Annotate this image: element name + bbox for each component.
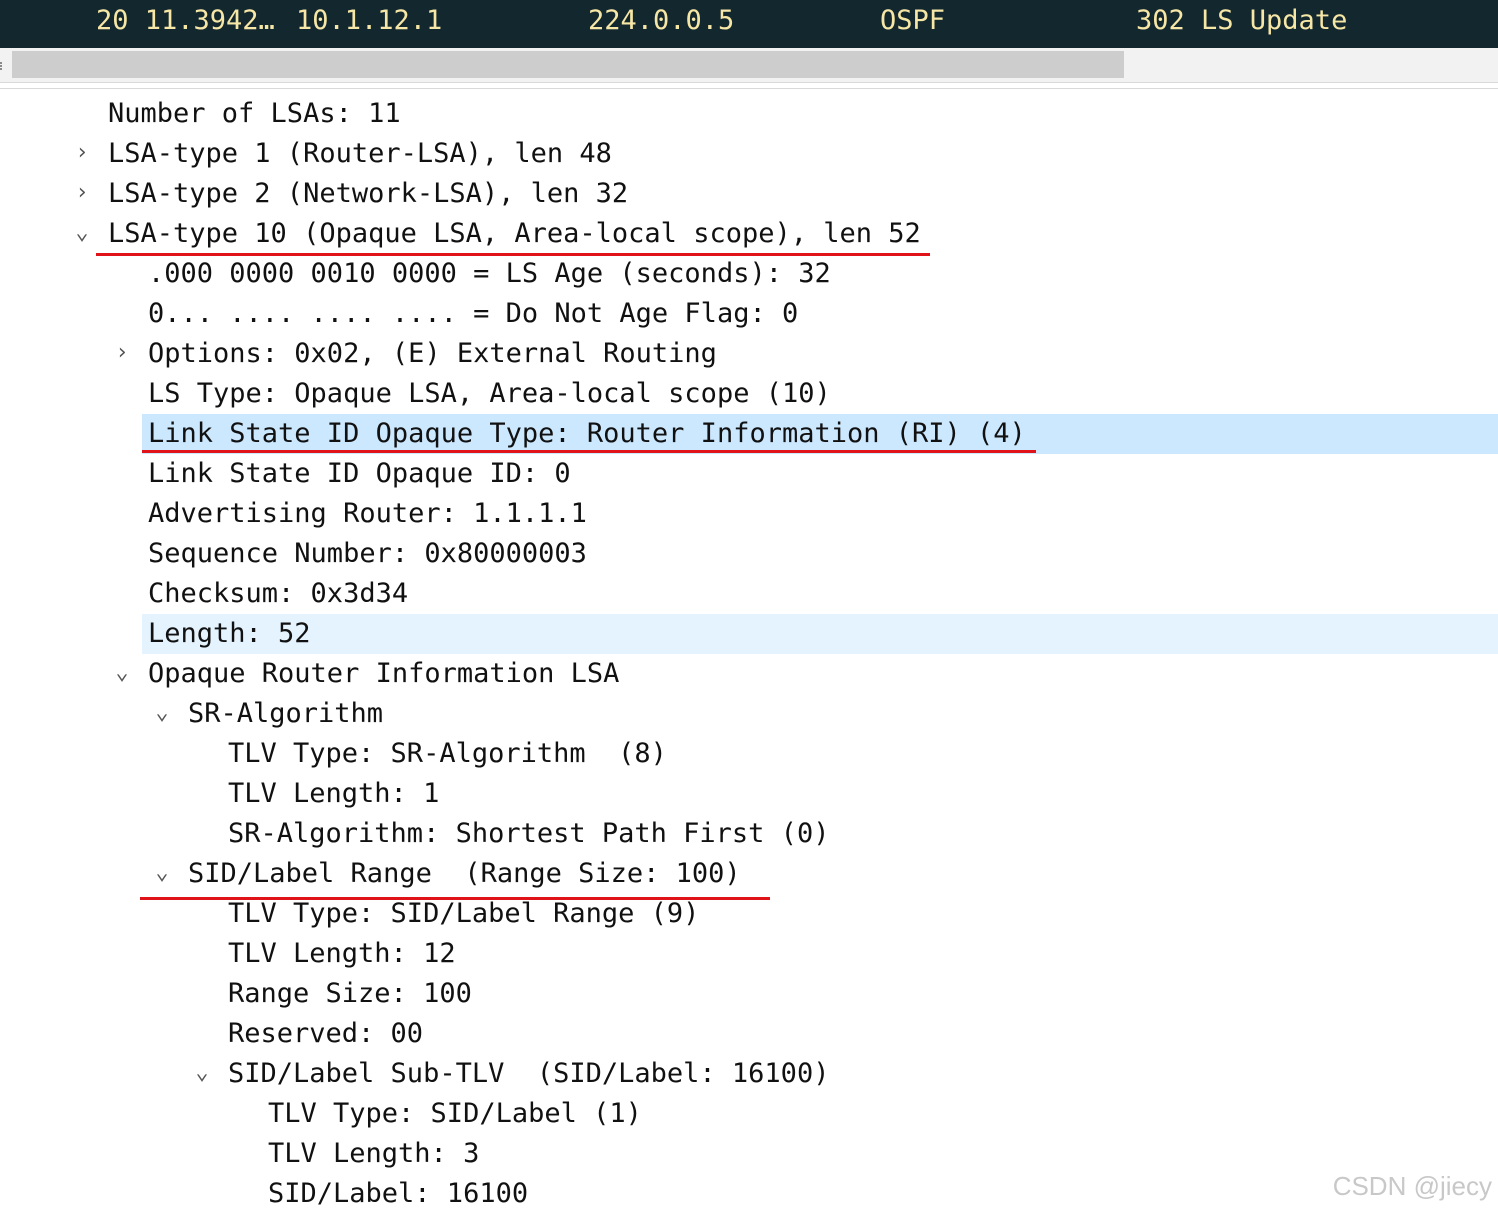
tree-row[interactable]: Advertising Router: 1.1.1.1 xyxy=(0,494,1498,534)
collapse-chevron-icon[interactable]: ⌄ xyxy=(154,698,170,728)
tree-row-label: TLV Type: SR-Algorithm (8) xyxy=(228,738,667,769)
tree-row-label: 0... .... .... .... = Do Not Age Flag: 0 xyxy=(148,298,799,329)
tree-row[interactable]: Range Size: 100 xyxy=(0,974,1498,1014)
tree-row[interactable]: › LSA-type 1 (Router-LSA), len 48 xyxy=(0,134,1498,174)
tree-row[interactable]: › LSA-type 2 (Network-LSA), len 32 xyxy=(0,174,1498,214)
tree-row-label: SR-Algorithm: Shortest Path First (0) xyxy=(228,818,830,849)
tree-row[interactable]: ⌄ SR-Algorithm xyxy=(0,694,1498,734)
collapse-chevron-icon[interactable]: ⌄ xyxy=(114,658,130,688)
tree-row[interactable]: Sequence Number: 0x80000003 xyxy=(0,534,1498,574)
tree-row[interactable]: ⌄ SID/Label Sub-TLV (SID/Label: 16100) xyxy=(0,1054,1498,1094)
expand-chevron-icon[interactable]: › xyxy=(74,178,90,208)
tree-row-label: LSA-type 2 (Network-LSA), len 32 xyxy=(108,178,629,209)
tree-row-label: Advertising Router: 1.1.1.1 xyxy=(148,498,587,529)
tree-row-label: LSA-type 10 (Opaque LSA, Area-local scop… xyxy=(108,218,921,249)
tree-row[interactable]: Reserved: 00 xyxy=(0,1014,1498,1054)
tree-row[interactable]: TLV Type: SR-Algorithm (8) xyxy=(0,734,1498,774)
tree-row[interactable]: SR-Algorithm: Shortest Path First (0) xyxy=(0,814,1498,854)
splitter-grip-icon[interactable] xyxy=(0,62,8,70)
tree-row-label: Link State ID Opaque Type: Router Inform… xyxy=(148,418,1026,449)
tree-row-label: SID/Label: 16100 xyxy=(268,1178,529,1209)
tree-row-label: SR-Algorithm xyxy=(188,698,384,729)
tree-row-label: LS Type: Opaque LSA, Area-local scope (1… xyxy=(148,378,831,409)
tree-row[interactable]: › Options: 0x02, (E) External Routing xyxy=(0,334,1498,374)
tree-row-label: Reserved: 00 xyxy=(228,1018,424,1049)
tree-row-label: Checksum: 0x3d34 xyxy=(148,578,409,609)
packet-details-window: 20 11.3942… 10.1.12.1 224.0.0.5 OSPF 302… xyxy=(0,0,1498,1212)
pane-divider xyxy=(0,88,1498,89)
tree-row-label: LSA-type 1 (Router-LSA), len 48 xyxy=(108,138,612,169)
tree-row[interactable]: Checksum: 0x3d34 xyxy=(0,574,1498,614)
collapse-chevron-icon[interactable]: ⌄ xyxy=(194,1058,210,1088)
tree-row[interactable]: ⌄ Opaque Router Information LSA xyxy=(0,654,1498,694)
packet-list-row-selected[interactable]: 20 11.3942… 10.1.12.1 224.0.0.5 OSPF 302… xyxy=(0,0,1498,48)
tree-row[interactable]: SID/Label: 16100 xyxy=(0,1174,1498,1212)
tree-row-label: Range Size: 100 xyxy=(228,978,472,1009)
tree-row[interactable]: ⌄ SID/Label Range (Range Size: 100) xyxy=(0,854,1498,894)
tree-row[interactable]: Number of LSAs: 11 xyxy=(0,94,1498,134)
annotation-underline-sid-label-range xyxy=(140,897,770,900)
tree-row-label: Sequence Number: 0x80000003 xyxy=(148,538,587,569)
expand-chevron-icon[interactable]: › xyxy=(74,138,90,168)
annotation-underline-lsa-type-10 xyxy=(96,253,930,256)
packet-source: 10.1.12.1 xyxy=(296,5,443,36)
tree-row-label: TLV Length: 3 xyxy=(268,1138,480,1169)
tree-row-label: SID/Label Range (Range Size: 100) xyxy=(188,858,741,889)
scrollbar-thumb[interactable] xyxy=(12,51,1124,78)
tree-row-label: TLV Length: 1 xyxy=(228,778,440,809)
tree-row[interactable]: TLV Length: 1 xyxy=(0,774,1498,814)
annotation-underline-opaque-type xyxy=(142,450,1036,453)
tree-row-label: TLV Type: SID/Label (1) xyxy=(268,1098,642,1129)
tree-row[interactable]: TLV Length: 12 xyxy=(0,934,1498,974)
tree-row-label: Number of LSAs: 11 xyxy=(108,98,401,129)
collapse-chevron-icon[interactable]: ⌄ xyxy=(74,218,90,248)
tree-row[interactable]: Link State ID Opaque Type: Router Inform… xyxy=(0,414,1498,454)
expand-chevron-icon[interactable]: › xyxy=(114,338,130,368)
tree-row[interactable]: ⌄ LSA-type 10 (Opaque LSA, Area-local sco… xyxy=(0,214,1498,254)
tree-row-label: Options: 0x02, (E) External Routing xyxy=(148,338,717,369)
tree-row[interactable]: .000 0000 0010 0000 = LS Age (seconds): … xyxy=(0,254,1498,294)
collapse-chevron-icon[interactable]: ⌄ xyxy=(154,858,170,888)
tree-row-label: TLV Type: SID/Label Range (9) xyxy=(228,898,700,929)
packet-no-time: 20 11.3942… xyxy=(96,5,275,36)
packet-destination: 224.0.0.5 xyxy=(588,5,735,36)
tree-row[interactable]: TLV Type: SID/Label (1) xyxy=(0,1094,1498,1134)
tree-row[interactable]: TLV Type: SID/Label Range (9) xyxy=(0,894,1498,934)
tree-row-label: TLV Length: 12 xyxy=(228,938,456,969)
tree-row[interactable]: Length: 52 xyxy=(0,614,1498,654)
tree-row[interactable]: LS Type: Opaque LSA, Area-local scope (1… xyxy=(0,374,1498,414)
tree-row-label: SID/Label Sub-TLV (SID/Label: 16100) xyxy=(228,1058,830,1089)
tree-row[interactable]: TLV Length: 3 xyxy=(0,1134,1498,1174)
tree-row-label: Opaque Router Information LSA xyxy=(148,658,620,689)
tree-row-label: Link State ID Opaque ID: 0 xyxy=(148,458,571,489)
tree-row-label: .000 0000 0010 0000 = LS Age (seconds): … xyxy=(148,258,831,289)
tree-row-label: Length: 52 xyxy=(148,618,311,649)
packet-info: 302 LS Update xyxy=(1136,5,1348,36)
tree-row[interactable]: 0... .... .... .... = Do Not Age Flag: 0 xyxy=(0,294,1498,334)
watermark: CSDN @jiecy xyxy=(1332,1171,1492,1201)
packet-protocol: OSPF xyxy=(880,5,946,36)
tree-row[interactable]: Link State ID Opaque ID: 0 xyxy=(0,454,1498,494)
horizontal-scrollbar[interactable] xyxy=(0,48,1498,83)
